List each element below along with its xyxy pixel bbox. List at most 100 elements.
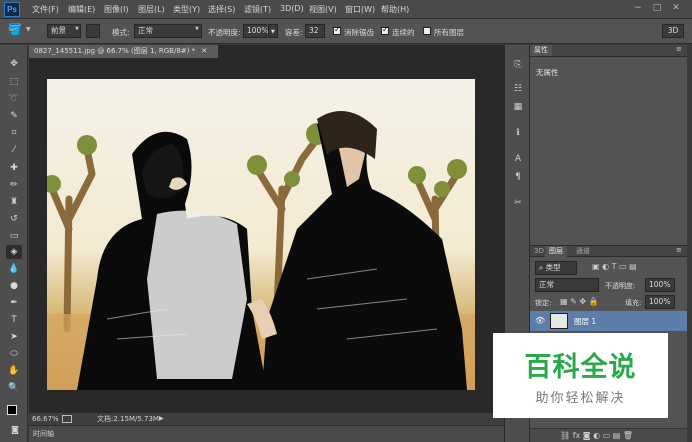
eraser-icon[interactable]: ▭ xyxy=(6,229,22,243)
zoom-level[interactable]: 66.67% xyxy=(32,413,59,425)
layer-thumbnail xyxy=(550,313,568,329)
layers-tabs: 3D 图层 通道 ≡ xyxy=(530,246,687,257)
chevron-down-icon: ▼ xyxy=(271,29,275,35)
image-canvas[interactable] xyxy=(47,79,475,390)
history-brush-icon[interactable]: ↺ xyxy=(6,212,22,226)
antialias-label: 消除锯齿 xyxy=(344,28,374,37)
panel-dock-edge xyxy=(687,45,692,442)
marquee-icon[interactable]: ⬚ xyxy=(6,75,22,89)
clone-stamp-icon[interactable]: ♜ xyxy=(6,195,22,209)
filter-icons[interactable]: ▣ ◐ T ▭ ▤ xyxy=(592,262,637,271)
fill-input[interactable]: 100% xyxy=(645,295,675,309)
contiguous-label: 连续的 xyxy=(392,28,415,37)
all-layers-checkbox[interactable] xyxy=(423,27,431,35)
move-icon[interactable]: ✥ xyxy=(6,57,22,71)
tolerance-label: 容差: xyxy=(285,28,303,37)
contiguous-checkbox[interactable] xyxy=(381,25,389,35)
brush-icon[interactable]: ✏ xyxy=(6,178,22,192)
blur-icon[interactable]: 💧 xyxy=(6,262,22,276)
menu-file[interactable]: 文件(F) xyxy=(32,4,59,15)
menu-3d[interactable]: 3D(D) xyxy=(280,4,304,13)
eye-icon[interactable]: 👁 xyxy=(535,316,545,325)
chevron-down-icon[interactable]: ▼ xyxy=(26,26,31,33)
menu-layer[interactable]: 图层(L) xyxy=(138,4,165,15)
3d-mode-button[interactable]: 3D xyxy=(662,24,684,38)
pattern-picker[interactable] xyxy=(86,24,100,38)
close-tab-icon[interactable]: ✕ xyxy=(201,47,207,55)
info-panel-icon[interactable]: ℹ xyxy=(511,127,525,139)
antialias-checkbox[interactable] xyxy=(333,25,341,35)
path-select-icon[interactable]: ➤ xyxy=(6,330,22,344)
type-icon[interactable]: T xyxy=(6,313,22,327)
layer-row[interactable]: 👁 图层 1 xyxy=(530,311,687,331)
properties-header: 属性 ≡ xyxy=(530,45,687,57)
tab-channels[interactable]: 通道 xyxy=(572,246,594,257)
layers-footer: ⛓ fx ◙ ◐ ▭ ▤ 🗑 xyxy=(530,428,687,442)
mode-select[interactable]: 正常 xyxy=(134,24,202,38)
paint-bucket-icon[interactable]: 🪣 xyxy=(8,23,22,36)
paragraph-panel-icon[interactable]: ¶ xyxy=(511,171,525,183)
menu-view[interactable]: 视图(V) xyxy=(309,4,337,15)
chevron-down-icon: ▼ xyxy=(75,26,79,32)
menu-window[interactable]: 窗口(W) xyxy=(345,4,375,15)
character-panel-icon[interactable]: A xyxy=(511,153,525,165)
all-layers-label: 所有图层 xyxy=(434,28,464,37)
adjustments-panel-icon[interactable]: ☷ xyxy=(511,83,525,95)
mode-label: 模式: xyxy=(112,28,130,37)
properties-tab[interactable]: 属性 xyxy=(530,45,552,56)
history-panel-icon[interactable]: ⎘ xyxy=(511,59,525,71)
paint-bucket-tool-icon[interactable]: ◈ xyxy=(6,245,22,259)
layer-opacity-value: 100% xyxy=(649,280,671,289)
layer-actions-icons[interactable]: ⛓ fx ◙ ◐ ▭ ▤ 🗑 xyxy=(560,431,633,440)
status-menu-arrow-icon[interactable]: ▶ xyxy=(159,413,164,425)
close-icon[interactable]: ✕ xyxy=(671,3,681,13)
zoom-icon[interactable]: 🔍 xyxy=(6,381,22,395)
foreground-color-swatch[interactable] xyxy=(7,405,17,415)
minimize-icon[interactable]: − xyxy=(633,3,643,13)
eyedropper-icon[interactable]: ⁄ xyxy=(6,143,22,157)
menu-help[interactable]: 帮助(H) xyxy=(381,4,409,15)
edited-photo xyxy=(47,79,475,390)
quick-mask-icon[interactable]: ◙ xyxy=(7,423,23,437)
menu-type[interactable]: 类型(Y) xyxy=(173,4,200,15)
menu-bar: Ps 文件(F) 编辑(E) 图像(I) 图层(L) 类型(Y) 选择(S) 滤… xyxy=(0,0,692,19)
hand-icon[interactable]: ✋ xyxy=(6,364,22,378)
dodge-icon[interactable]: ● xyxy=(6,279,22,293)
layer-opacity-input[interactable]: 100% xyxy=(645,278,675,292)
quick-select-icon[interactable]: ✎ xyxy=(6,109,22,123)
blend-mode-value: 正常 xyxy=(539,280,554,289)
pen-icon[interactable]: ✒ xyxy=(6,296,22,310)
crop-icon[interactable]: ⌗ xyxy=(6,126,22,140)
photoshop-logo: Ps xyxy=(4,2,20,17)
watermark-badge: 百科全说 助你轻松解决 xyxy=(493,333,668,418)
blend-mode-select[interactable]: 正常 xyxy=(535,278,599,292)
healing-brush-icon[interactable]: ✚ xyxy=(6,161,22,175)
document-size: 文档:2.15M/5.73M xyxy=(97,415,159,423)
lasso-icon[interactable]: ➰ xyxy=(6,92,22,106)
status-bar: 66.67% 文档:2.15M/5.73M ▶ xyxy=(29,413,504,425)
lock-icons[interactable]: ▦ ✎ ✥ 🔒 xyxy=(560,297,599,306)
options-bar: 🪣 ▼ 前景 ▼ 模式: 正常 ▼ 不透明度: 100% ▼ 容差: 32 消除… xyxy=(0,19,692,44)
swatches-panel-icon[interactable]: ▦ xyxy=(511,101,525,113)
maximize-icon[interactable]: □ xyxy=(652,3,662,13)
menu-select[interactable]: 选择(S) xyxy=(208,4,235,15)
panel-menu-icon[interactable]: ≡ xyxy=(676,246,682,254)
tab-layers[interactable]: 图层 xyxy=(545,246,567,257)
tolerance-input[interactable]: 32 xyxy=(305,24,325,38)
menu-edit[interactable]: 编辑(E) xyxy=(68,4,95,15)
menu-image[interactable]: 图像(I) xyxy=(104,4,129,15)
layer-name[interactable]: 图层 1 xyxy=(574,316,596,327)
tool-presets-icon[interactable]: ✂ xyxy=(511,197,525,209)
opacity-value: 100% xyxy=(247,26,269,35)
shape-icon[interactable]: ⬭ xyxy=(6,347,22,361)
opacity-input[interactable]: 100% xyxy=(243,24,269,38)
timeline-label[interactable]: 时间轴 xyxy=(33,429,54,439)
layer-filter-select[interactable]: ⌕ 类型 xyxy=(535,261,577,275)
menu-filter[interactable]: 滤镜(T) xyxy=(244,4,271,15)
status-icon[interactable] xyxy=(62,415,72,423)
document-tab[interactable]: 0827_145511.jpg @ 66.7% (图层 1, RGB/8#) *… xyxy=(29,45,219,58)
opacity-dropdown[interactable]: ▼ xyxy=(268,24,278,38)
lock-label: 锁定: xyxy=(535,299,552,307)
timeline-panel: 时间轴 xyxy=(29,425,504,442)
panel-menu-icon[interactable]: ≡ xyxy=(676,45,682,53)
